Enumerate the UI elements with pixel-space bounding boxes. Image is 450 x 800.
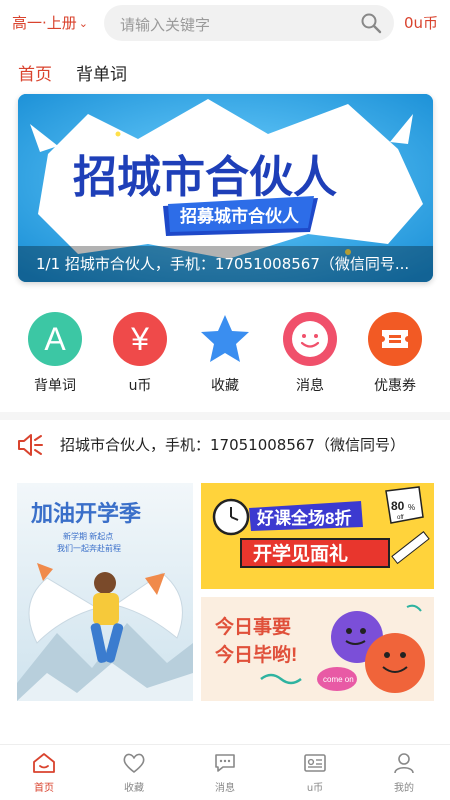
top-tabs: 首页 背单词 bbox=[18, 60, 127, 85]
nav-messages[interactable]: 消息 bbox=[195, 751, 255, 794]
nav-home[interactable]: 首页 bbox=[14, 751, 74, 794]
quick-action-coupons[interactable]: 优惠券 bbox=[360, 312, 430, 395]
quick-action-messages[interactable]: 消息 bbox=[275, 312, 345, 395]
promo-back-to-school-image: 加油开学季 新学期 新起点 我们一起奔赴前程 bbox=[17, 483, 193, 701]
chevron-down-icon: ⌄ bbox=[78, 17, 88, 30]
section-divider bbox=[0, 412, 450, 420]
svg-text:招募城市合伙人: 招募城市合伙人 bbox=[180, 206, 300, 226]
svg-text:开学见面礼: 开学见面礼 bbox=[253, 542, 348, 565]
promo-discount-image: 好课全场8折 80 % off 开学见面礼 bbox=[201, 483, 434, 589]
search-placeholder: 请输入关键字 bbox=[120, 16, 211, 34]
svg-text:off: off bbox=[397, 515, 404, 521]
quick-action-label: 优惠券 bbox=[374, 378, 416, 394]
quick-action-favorites[interactable]: 收藏 bbox=[190, 312, 260, 395]
svg-text:加油开学季: 加油开学季 bbox=[30, 501, 141, 526]
search-icon[interactable] bbox=[360, 12, 382, 34]
nav-label: 首页 bbox=[34, 783, 54, 794]
yen-icon: ¥ bbox=[113, 312, 167, 366]
heart-icon bbox=[123, 753, 145, 773]
svg-text:今日毕哟!: 今日毕哟! bbox=[214, 643, 297, 666]
tab-vocabulary[interactable]: 背单词 bbox=[76, 60, 127, 85]
nav-label: 我的 bbox=[394, 783, 414, 794]
banner-caption: 1/1 招城市合伙人，手机：17051008567（微信同号... bbox=[18, 246, 433, 282]
nav-label: u币 bbox=[306, 783, 324, 794]
nav-profile[interactable]: 我的 bbox=[374, 751, 434, 794]
grade-selector[interactable]: 高一·上册 ⌄ bbox=[12, 12, 88, 33]
quick-action-label: 背单词 bbox=[34, 378, 76, 394]
quick-action-label: 消息 bbox=[296, 378, 324, 394]
search-bar[interactable]: 请输入关键字 bbox=[104, 5, 394, 41]
quick-action-vocabulary[interactable]: A 背单词 bbox=[20, 312, 90, 395]
nav-label: 收藏 bbox=[124, 783, 144, 794]
promo-discount[interactable]: 好课全场8折 80 % off 开学见面礼 bbox=[201, 483, 434, 589]
svg-text:好课全场8折: 好课全场8折 bbox=[256, 508, 351, 528]
notice-text: 招城市合伙人，手机：17051008567（微信同号） bbox=[60, 436, 405, 454]
quick-action-label: 收藏 bbox=[211, 378, 239, 394]
nav-label: 消息 bbox=[215, 783, 235, 794]
bottom-nav: 首页 收藏 消息 u币 我的 bbox=[0, 744, 450, 800]
star-icon bbox=[198, 312, 252, 366]
quick-action-coins[interactable]: ¥ u币 bbox=[105, 312, 175, 395]
banner-carousel[interactable]: 招城市合伙人 招募城市合伙人 1/1 招城市合伙人，手机：17051008567… bbox=[18, 94, 433, 282]
nav-coins[interactable]: u币 bbox=[285, 751, 345, 794]
quick-action-label: u币 bbox=[128, 378, 152, 394]
svg-text:80: 80 bbox=[391, 499, 405, 513]
user-icon bbox=[394, 753, 414, 774]
svg-text:我们一起奔赴前程: 我们一起奔赴前程 bbox=[57, 543, 121, 553]
svg-text:新学期 新起点: 新学期 新起点 bbox=[63, 531, 113, 541]
promo-daily-tasks[interactable]: 今日事要 今日毕哟! come on bbox=[201, 597, 434, 701]
promo-daily-tasks-image: 今日事要 今日毕哟! come on bbox=[201, 597, 434, 701]
letter-a-icon: A bbox=[28, 312, 82, 366]
coupon-icon bbox=[368, 312, 422, 366]
notice-bar[interactable]: 招城市合伙人，手机：17051008567（微信同号） bbox=[0, 428, 450, 462]
svg-text:%: % bbox=[408, 503, 415, 512]
coin-balance[interactable]: 0u币 bbox=[404, 12, 438, 33]
card-icon bbox=[304, 754, 326, 772]
grade-selector-label: 高一·上册 bbox=[12, 14, 77, 32]
speaker-icon bbox=[18, 434, 43, 456]
svg-text:come on: come on bbox=[323, 675, 354, 684]
home-icon bbox=[33, 753, 55, 773]
quick-actions: A 背单词 ¥ u币 收藏 消息 优惠券 bbox=[0, 312, 450, 402]
smile-icon bbox=[283, 312, 337, 366]
tab-home[interactable]: 首页 bbox=[18, 60, 52, 85]
chat-icon bbox=[215, 754, 235, 772]
nav-favorites[interactable]: 收藏 bbox=[104, 751, 164, 794]
promo-back-to-school[interactable]: 加油开学季 新学期 新起点 我们一起奔赴前程 bbox=[17, 483, 193, 701]
svg-text:今日事要: 今日事要 bbox=[214, 615, 291, 638]
top-bar: 高一·上册 ⌄ 请输入关键字 0u币 bbox=[0, 0, 450, 46]
svg-text:招城市合伙人: 招城市合伙人 bbox=[73, 153, 337, 202]
